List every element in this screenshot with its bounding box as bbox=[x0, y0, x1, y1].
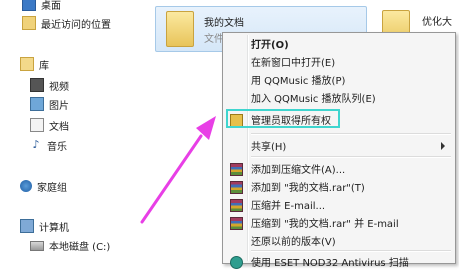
winrar-icon bbox=[230, 199, 243, 212]
nav-item-label: 文档 bbox=[49, 121, 69, 133]
menu-item-label: 在新窗口中打开(E) bbox=[251, 58, 336, 69]
nav-item-recent-places[interactable]: 最近访问的位置 bbox=[22, 15, 111, 31]
navigation-pane: 桌面 最近访问的位置 库 视频 图片 文档 ♪ 音乐 家庭组 计算机 本地磁盘 … bbox=[0, 0, 150, 257]
pictures-icon bbox=[30, 97, 44, 111]
menu-item-label: 使用 ESET NOD32 Antivirus 扫描 bbox=[251, 258, 409, 269]
homegroup-icon bbox=[20, 180, 32, 192]
menu-item-add-to-archive[interactable]: 添加到压缩文件(A)... bbox=[225, 160, 453, 177]
nav-item-local-disk[interactable]: 本地磁盘 (C:) bbox=[30, 237, 110, 253]
nav-item-desktop[interactable]: 桌面 bbox=[22, 0, 61, 12]
menu-item-label: 添加到 "我的文档.rar"(T) bbox=[251, 183, 365, 194]
menu-separator bbox=[251, 156, 451, 158]
menu-item-label: 压缩到 "我的文档.rar" 并 E-mail bbox=[251, 219, 399, 230]
submenu-arrow-icon bbox=[441, 142, 445, 150]
nav-item-label: 计算机 bbox=[39, 222, 69, 234]
menu-item-compress-rar-email[interactable]: 压缩到 "我的文档.rar" 并 E-mail bbox=[225, 214, 453, 231]
folder-icon bbox=[166, 11, 194, 47]
nav-item-label: 最近访问的位置 bbox=[41, 19, 111, 31]
menu-item-label: 共享(H) bbox=[251, 142, 287, 153]
menu-item-restore-versions[interactable]: 还原以前的版本(V) bbox=[225, 232, 453, 249]
computer-icon bbox=[20, 219, 34, 233]
menu-item-label: 打开(O) bbox=[251, 40, 289, 51]
menu-item-compress-email[interactable]: 压缩并 E-mail... bbox=[225, 196, 453, 213]
recent-places-icon bbox=[22, 16, 36, 30]
folder-type: 文件 bbox=[204, 34, 224, 45]
nav-item-music[interactable]: ♪ 音乐 bbox=[30, 137, 67, 153]
winrar-icon bbox=[230, 163, 243, 176]
menu-item-open[interactable]: 打开(O) bbox=[225, 35, 453, 52]
menu-item-qqmusic-queue[interactable]: 加入 QQMusic 播放队列(E) bbox=[225, 89, 453, 106]
menu-item-eset-scan[interactable]: 使用 ESET NOD32 Antivirus 扫描 bbox=[225, 253, 453, 270]
context-menu: 打开(O) 在新窗口中打开(E) 用 QQMusic 播放(P) 加入 QQMu… bbox=[222, 32, 456, 269]
folder-name: 我的文档 bbox=[204, 18, 244, 29]
nav-item-label: 库 bbox=[39, 60, 49, 72]
nav-item-documents[interactable]: 文档 bbox=[30, 117, 69, 133]
menu-item-label: 用 QQMusic 播放(P) bbox=[251, 76, 346, 87]
nav-item-libraries[interactable]: 库 bbox=[20, 56, 49, 72]
videos-icon bbox=[30, 78, 44, 92]
documents-icon bbox=[30, 118, 44, 132]
nav-item-pictures[interactable]: 图片 bbox=[30, 96, 69, 112]
menu-item-add-to-rar[interactable]: 添加到 "我的文档.rar"(T) bbox=[225, 178, 453, 195]
menu-item-qqmusic-play[interactable]: 用 QQMusic 播放(P) bbox=[225, 71, 453, 88]
winrar-icon bbox=[230, 217, 243, 230]
menu-separator bbox=[251, 133, 451, 135]
menu-item-share[interactable]: 共享(H) bbox=[225, 137, 453, 154]
desktop-icon bbox=[22, 0, 36, 11]
nav-item-computer[interactable]: 计算机 bbox=[20, 218, 69, 234]
menu-item-label: 还原以前的版本(V) bbox=[251, 237, 336, 248]
menu-item-label: 添加到压缩文件(A)... bbox=[251, 165, 346, 176]
libraries-icon bbox=[20, 57, 34, 71]
nav-item-label: 桌面 bbox=[41, 0, 61, 12]
nav-item-label: 图片 bbox=[49, 100, 69, 112]
highlight-box bbox=[226, 109, 340, 128]
nav-item-homegroup[interactable]: 家庭组 bbox=[20, 178, 67, 194]
music-icon: ♪ bbox=[32, 138, 40, 151]
nav-item-label: 视频 bbox=[49, 81, 69, 93]
menu-separator bbox=[251, 250, 451, 252]
menu-item-label: 加入 QQMusic 播放队列(E) bbox=[251, 94, 376, 105]
folder-name: 优化大 bbox=[422, 17, 452, 28]
winrar-icon bbox=[230, 181, 243, 194]
eset-icon bbox=[230, 256, 243, 269]
nav-item-label: 本地磁盘 (C:) bbox=[49, 241, 111, 253]
nav-item-label: 家庭组 bbox=[37, 182, 67, 194]
local-disk-icon bbox=[30, 241, 44, 251]
menu-item-label: 压缩并 E-mail... bbox=[251, 201, 326, 212]
menu-item-open-new-window[interactable]: 在新窗口中打开(E) bbox=[225, 53, 453, 70]
nav-item-videos[interactable]: 视频 bbox=[30, 77, 69, 93]
nav-item-label: 音乐 bbox=[47, 141, 67, 153]
